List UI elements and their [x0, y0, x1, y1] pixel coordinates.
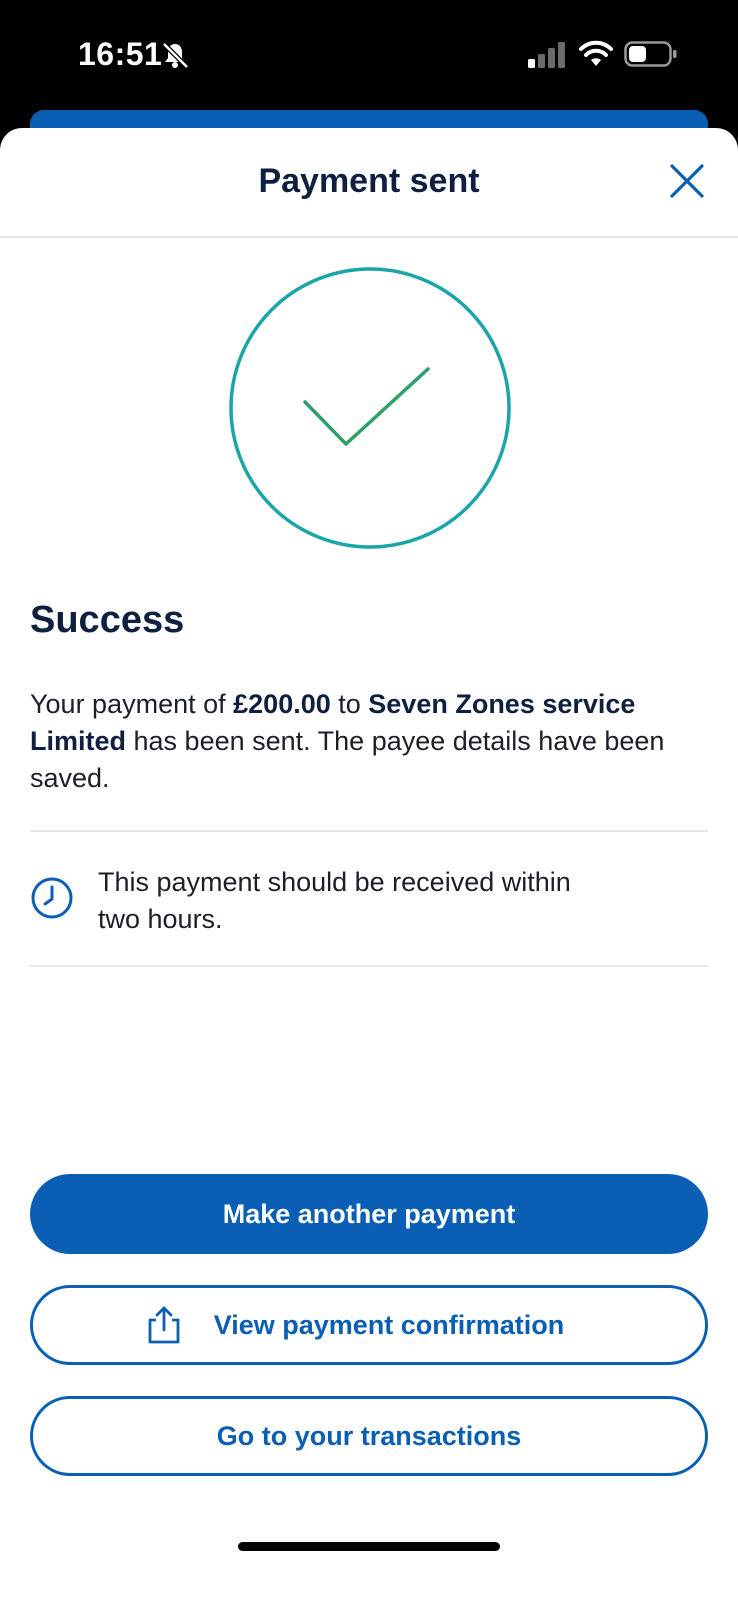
- success-heading: Success: [30, 599, 185, 641]
- page-title: Payment sent: [258, 162, 480, 200]
- wifi-icon: [579, 40, 613, 66]
- go-to-transactions-button[interactable]: Go to your transactions: [30, 1396, 708, 1476]
- message-text-1: Your payment of: [30, 689, 234, 719]
- status-time: 16:51: [78, 36, 163, 72]
- message-text-2: to: [330, 689, 369, 719]
- share-icon: [148, 1306, 180, 1344]
- payment-amount: £200.00: [233, 689, 331, 719]
- make-another-payment-button[interactable]: Make another payment: [30, 1174, 708, 1254]
- view-payment-confirmation-label: View payment confirmation: [213, 1309, 565, 1340]
- home-indicator: [238, 1542, 500, 1551]
- message-text-3: has been sent. The payee details have be…: [30, 726, 665, 793]
- view-payment-confirmation-button[interactable]: View payment confirmation: [30, 1285, 708, 1365]
- delivery-info: This payment should be received within t…: [30, 836, 708, 966]
- battery-icon: [624, 41, 677, 67]
- check-circle-icon: [229, 267, 511, 549]
- divider-bottom: [30, 965, 708, 967]
- make-another-payment-label: Make another payment: [222, 1198, 516, 1229]
- status-bar: 16:51: [0, 0, 738, 112]
- divider-top: [30, 830, 708, 832]
- signal-icon: [528, 42, 565, 68]
- bell-slash-icon: [162, 42, 189, 69]
- sheet-header: Payment sent: [0, 128, 738, 238]
- delivery-info-text: This payment should be received within t…: [98, 867, 571, 934]
- close-icon: [670, 164, 704, 198]
- clock-icon: [31, 877, 73, 919]
- payment-sent-sheet: Payment sent Success Your payment of £20…: [0, 128, 738, 1600]
- close-button[interactable]: [664, 158, 710, 204]
- go-to-transactions-label: Go to your transactions: [216, 1420, 522, 1451]
- payment-message: Your payment of £200.00 to Seven Zones s…: [30, 686, 710, 797]
